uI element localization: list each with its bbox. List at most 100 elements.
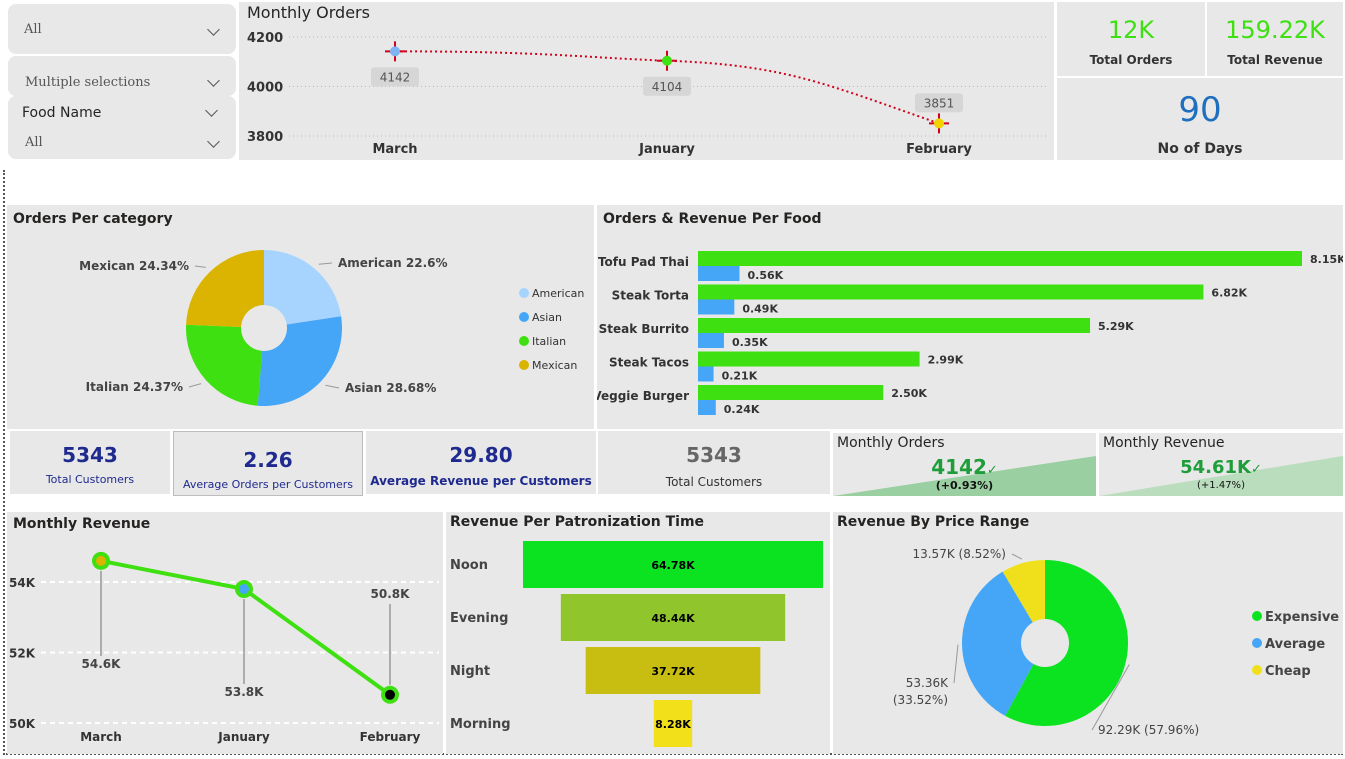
food-name-slicer[interactable]: Food Name All [8, 96, 236, 159]
kpi-change: (+1.47%) [1197, 480, 1245, 491]
bar [698, 318, 1091, 333]
bar-value-label: 0.24K [724, 403, 760, 416]
legend-label: Italian [532, 335, 566, 348]
bar [698, 351, 920, 367]
slice-label: 92.29K (57.96%) [1098, 723, 1199, 737]
card-value: 12K [1107, 16, 1155, 44]
bar [698, 251, 1302, 266]
legend-marker [519, 312, 529, 322]
bar [698, 385, 884, 400]
x-tick-label: January [217, 730, 270, 744]
chevron-down-icon[interactable] [207, 23, 220, 36]
card-value: 90 [1178, 90, 1222, 130]
legend-marker [1252, 611, 1262, 621]
slicer-value: Multiple selections [25, 75, 151, 90]
bar-value-label: 2.99K [928, 354, 964, 367]
slice-label: American 22.6% [338, 256, 448, 270]
x-tick-label: March [372, 142, 417, 157]
leader-line [318, 262, 333, 265]
revenue-by-price-range-chart: Revenue By Price Range 92.29K (57.96%) 53… [833, 512, 1343, 754]
slice-label: Mexican 24.34% [79, 259, 189, 273]
kpi-change: (+0.93%) [935, 479, 994, 492]
revenue-per-patronization-svg: Noon 64.78K Evening 48.44K Night 37.72K Mornin… [450, 541, 823, 747]
legend-marker [519, 336, 529, 346]
bar [698, 299, 735, 315]
bar [698, 284, 1204, 300]
bar-value-label: 64.78K [651, 559, 695, 572]
data-label: 4142 [380, 70, 411, 84]
monthly-revenue-chart: Monthly Revenue 54K 52K 50K 54.6K March 53.8K… [7, 512, 443, 754]
total-orders-card: 12K Total Orders [1057, 2, 1205, 76]
leader-line [188, 383, 202, 388]
data-label: 50.8K [371, 587, 411, 601]
avg-orders-card: 2.26 Average Orders per Customers [173, 431, 363, 496]
bar-value-label: 37.72K [651, 665, 695, 678]
card-label: Total Revenue [1227, 53, 1323, 67]
data-label: 53.8K [225, 685, 265, 699]
bar [698, 333, 724, 348]
bar-value-label: 5.29K [1098, 320, 1134, 333]
bar-value-label: 6.82K [1211, 287, 1247, 300]
y-tick-label: 50K [9, 717, 36, 731]
card-value: 5343 [62, 443, 118, 467]
category-label: Steak Torta [612, 289, 689, 303]
pie-slice [257, 316, 342, 406]
card-label: No of Days [1157, 141, 1243, 157]
card-value: 5343 [686, 443, 742, 467]
revenue-per-patronization-chart: Revenue Per Patronization Time Noon 64.78… [446, 512, 830, 754]
monthly-orders-svg: 4200 4000 3800 4142 March 4104 January 3851 Febr… [247, 31, 1049, 157]
legend-label: Expensive [1265, 610, 1339, 625]
kpi-value: 54.61K [1180, 457, 1251, 478]
legend-label: Cheap [1265, 664, 1311, 679]
checkmark-icon: ✓ [1250, 462, 1262, 477]
slicer-label: Food Name [22, 105, 102, 121]
bar-value-label: 0.21K [722, 370, 758, 383]
month-slicer[interactable]: Multiple selections [8, 56, 236, 96]
legend-label: Asian [532, 311, 562, 324]
bar-value-label: 8.28K [655, 718, 691, 731]
bar-value-label: 8.15K [1310, 253, 1343, 266]
slice-label: 13.57K (8.52%) [912, 547, 1006, 561]
category-slicer[interactable]: All [8, 4, 236, 54]
orders-revenue-per-food-chart: Orders & Revenue Per Food Tofu Pad Thai 8… [597, 205, 1343, 429]
y-tick-label: 52K [9, 647, 36, 661]
slicer-value: All [25, 135, 43, 150]
leader-line [953, 644, 959, 684]
legend-label: Average [1265, 637, 1325, 652]
card-label: Average Revenue per Customers [370, 474, 592, 488]
pie-slice [264, 250, 342, 325]
slice-label: (33.52%) [893, 693, 948, 707]
kpi-value-row: 4142✓ [833, 455, 1096, 479]
legend-marker [519, 288, 529, 298]
x-tick-label: February [906, 142, 972, 157]
monthly-orders-chart: Monthly Orders 4200 4000 3800 4142 March 4104… [239, 2, 1054, 160]
data-label: 4104 [652, 80, 683, 94]
pie-slice [186, 250, 264, 328]
data-label: 3851 [924, 96, 955, 110]
bar-value-label: 2.50K [891, 387, 927, 400]
chevron-down-icon[interactable] [207, 135, 220, 148]
no-of-days-card: 90 No of Days [1057, 78, 1343, 160]
chevron-down-icon[interactable] [207, 74, 220, 87]
bar-value-label: 0.35K [732, 336, 768, 349]
data-point [385, 689, 395, 700]
bar [698, 266, 740, 281]
legend-label: American [532, 287, 584, 300]
legend-marker [519, 360, 529, 370]
y-tick-label: 3800 [247, 130, 283, 145]
legend-marker [1252, 665, 1262, 675]
total-revenue-card: 159.22K Total Revenue [1207, 2, 1343, 76]
card-value: 2.26 [243, 448, 293, 472]
data-label: 54.6K [82, 657, 122, 671]
stage-label: Evening [450, 611, 508, 626]
slice-label: Asian 28.68% [345, 381, 436, 395]
leader-line [194, 265, 206, 268]
card-value: 29.80 [449, 443, 513, 467]
orders-revenue-per-food-svg: Tofu Pad Thai 8.15K 0.56K Steak Torta 6.82K 0… [597, 251, 1343, 416]
card-label: Average Orders per Customers [182, 478, 354, 491]
chevron-down-icon[interactable] [205, 104, 218, 117]
kpi-value-row: 54.61K✓ [1099, 457, 1343, 478]
stage-label: Morning [450, 717, 511, 732]
checkmark-icon: ✓ [986, 463, 998, 478]
card-label: Total Customers [665, 475, 763, 489]
